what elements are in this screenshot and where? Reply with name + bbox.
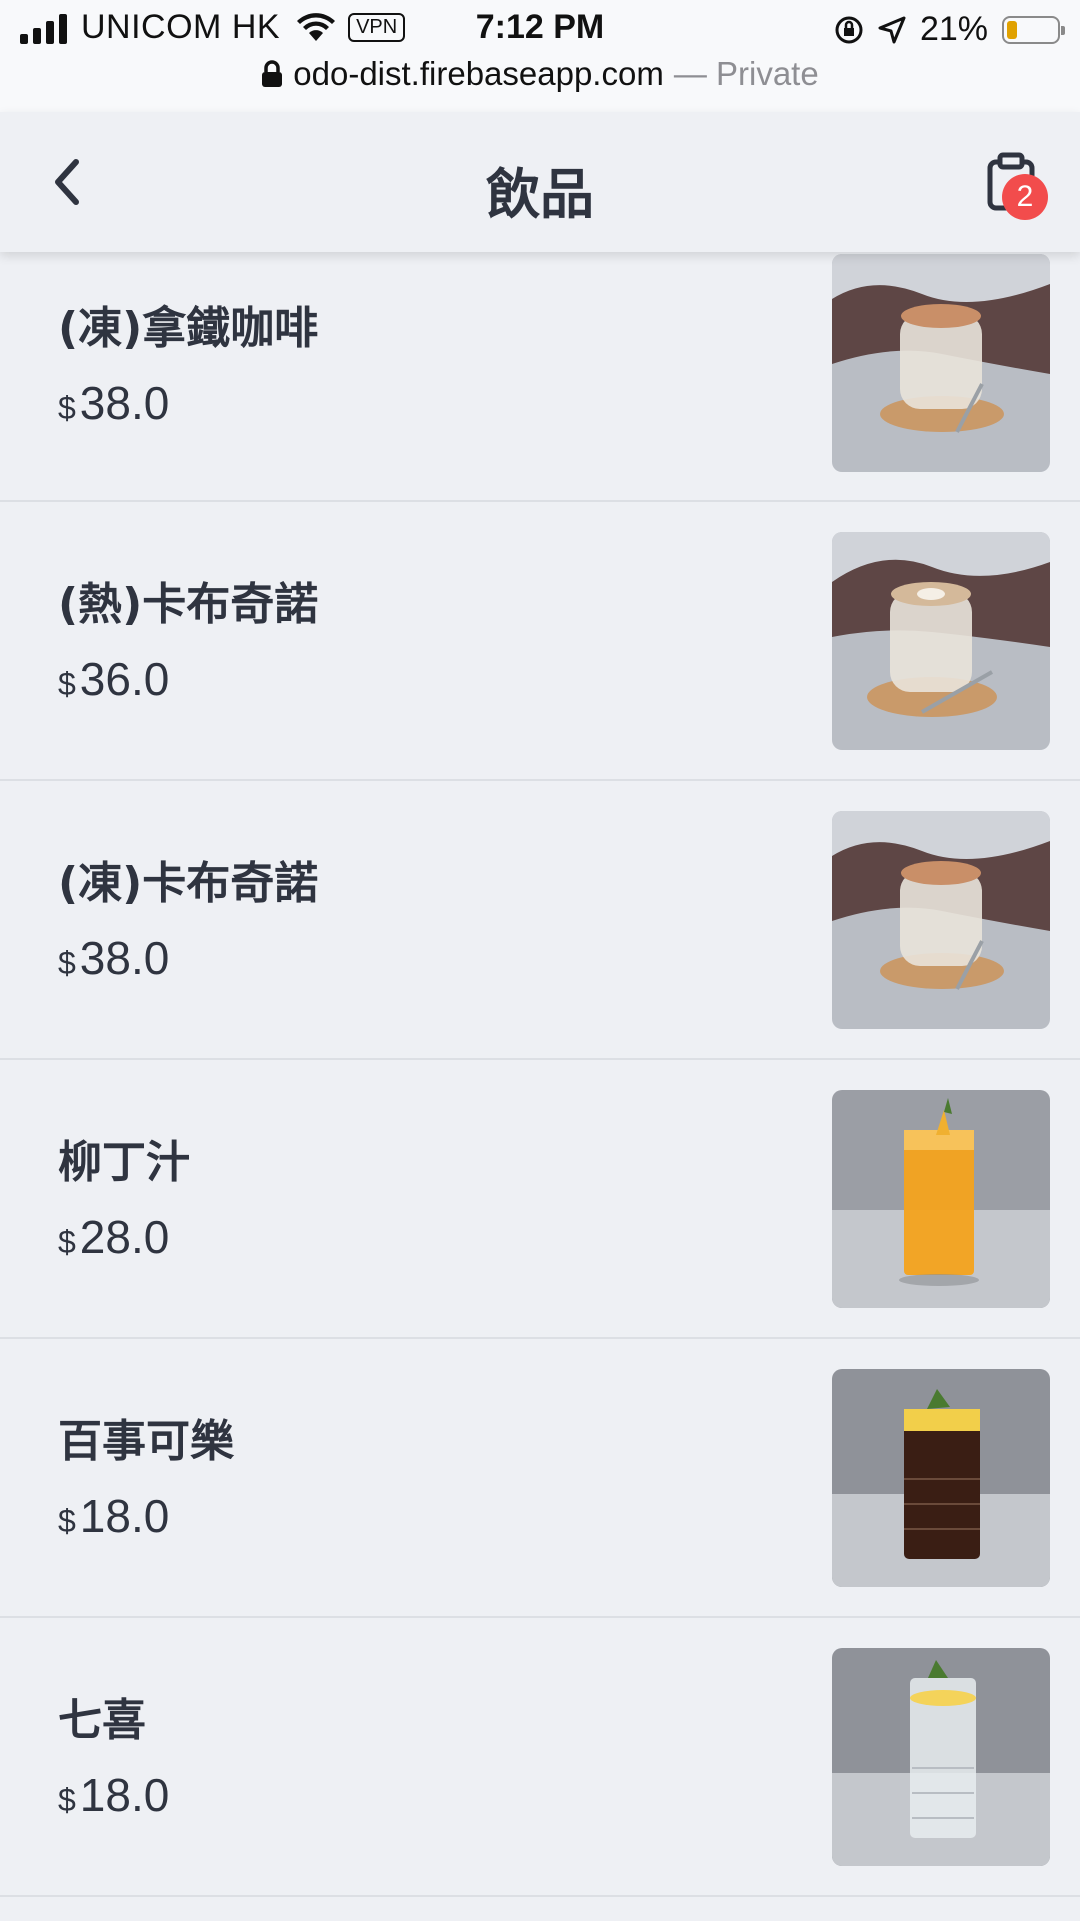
- lock-icon: [262, 60, 283, 87]
- product-row[interactable]: (凍)卡布奇諾 $38.0: [0, 781, 1080, 1060]
- status-bar: UNICOM HK VPN 7:12 PM 21% odo-dist.fireb…: [0, 0, 1080, 112]
- rotation-lock-icon: [835, 16, 863, 43]
- battery-icon: [1002, 15, 1065, 44]
- page-header: 飲品 2: [0, 112, 1080, 252]
- product-row[interactable]: 柳丁汁 $28.0: [0, 1060, 1080, 1339]
- product-image: [832, 254, 1050, 472]
- url-bar[interactable]: odo-dist.firebaseapp.com — Private: [0, 55, 1080, 93]
- product-row[interactable]: 七喜 $18.0: [0, 1618, 1080, 1897]
- product-row[interactable]: 百事可樂 $18.0: [0, 1339, 1080, 1618]
- product-price: $18.0: [58, 1490, 170, 1542]
- product-name: (凍)拿鐵咖啡: [58, 303, 319, 354]
- product-row[interactable]: (凍)拿鐵咖啡 $38.0: [0, 252, 1080, 502]
- product-image: [832, 1648, 1050, 1866]
- cart-count-badge: 2: [1002, 174, 1048, 220]
- product-list: (凍)拿鐵咖啡 $38.0 (熱)卡布奇諾 $36.0 (凍)卡布奇諾 $38.…: [0, 252, 1080, 1897]
- product-name: 柳丁汁: [58, 1137, 190, 1188]
- private-label: — Private: [673, 55, 819, 92]
- product-price: $38.0: [58, 932, 170, 984]
- product-price: $36.0: [58, 653, 170, 705]
- product-price: $28.0: [58, 1211, 170, 1263]
- product-image: [832, 811, 1050, 1029]
- product-image: [832, 1090, 1050, 1308]
- product-name: 七喜: [58, 1695, 146, 1746]
- product-row[interactable]: (熱)卡布奇諾 $36.0: [0, 502, 1080, 781]
- product-image: [832, 1369, 1050, 1587]
- battery-percent: 21%: [919, 10, 988, 48]
- page-title: 飲品: [486, 163, 594, 226]
- url-text: odo-dist.firebaseapp.com: [293, 55, 664, 92]
- product-name: 百事可樂: [58, 1416, 234, 1467]
- product-price: $38.0: [58, 377, 170, 429]
- product-image: [832, 532, 1050, 750]
- product-name: (凍)卡布奇諾: [58, 858, 319, 909]
- product-name: (熱)卡布奇諾: [58, 579, 319, 630]
- location-icon: [878, 16, 906, 43]
- battery-level: [1007, 20, 1018, 39]
- status-right: 21%: [834, 10, 1065, 49]
- product-price: $18.0: [58, 1769, 170, 1821]
